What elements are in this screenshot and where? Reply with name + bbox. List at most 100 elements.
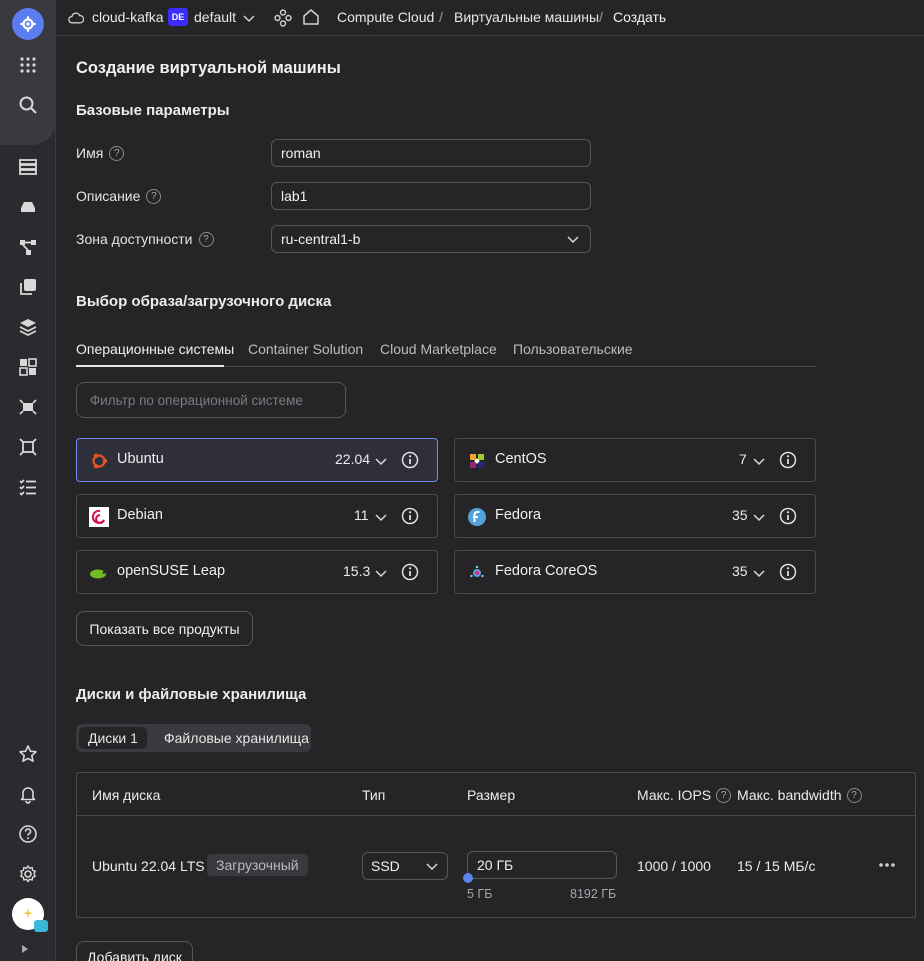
chevron-down-icon[interactable] (752, 566, 766, 580)
info-icon[interactable] (401, 507, 419, 525)
cloud-name[interactable]: cloud-kafka (92, 9, 164, 25)
instance-groups-icon[interactable] (16, 435, 40, 459)
apps-grid-icon[interactable] (16, 53, 40, 77)
servers-icon[interactable] (16, 155, 40, 179)
chevron-down-icon[interactable] (242, 11, 256, 25)
help-circle-icon[interactable]: ? (198, 231, 214, 247)
info-icon[interactable] (401, 563, 419, 581)
seg-file-storages[interactable]: Файловые хранилища (164, 727, 309, 749)
chevron-down-icon[interactable] (752, 454, 766, 468)
disk-drive-icon[interactable] (16, 195, 40, 219)
settings-gear-icon[interactable] (16, 862, 40, 886)
collapse-rail-icon[interactable] (20, 944, 32, 956)
col-iops-text: Макс. IOPS (637, 787, 712, 803)
description-label-text: Описание (76, 188, 141, 204)
col-disk-name-text: Имя диска (92, 787, 161, 803)
search-icon[interactable] (16, 93, 40, 117)
name-value: roman (281, 145, 321, 161)
home-icon[interactable] (302, 8, 320, 26)
notifications-bell-icon[interactable] (16, 782, 40, 806)
disk-size-input[interactable]: 20 ГБ (467, 851, 617, 879)
disk-bandwidth: 15 / 15 МБ/с (737, 858, 816, 874)
chevron-down-icon[interactable] (374, 510, 388, 524)
zone-value: ru-central1-b (281, 231, 361, 247)
help-circle-icon[interactable]: ? (846, 787, 862, 803)
help-circle-icon[interactable]: ? (109, 145, 125, 161)
ubuntu-logo-icon (92, 453, 108, 469)
avatar-badge-icon (34, 920, 48, 932)
copy-images-icon[interactable] (16, 275, 40, 299)
os-version[interactable]: 11 (354, 507, 369, 523)
image-section-title: Выбор образа/загрузочного диска (76, 293, 332, 310)
image-tabs: Операционные системы Container Solution … (76, 337, 816, 367)
os-card-ubuntu[interactable]: Ubuntu 22.04 (76, 438, 438, 482)
os-card-opensuse[interactable]: openSUSE Leap 15.3 (76, 550, 438, 594)
info-icon[interactable] (779, 563, 797, 581)
top-bar: cloud-kafka DE default Compute Cloud / В… (56, 0, 924, 36)
description-input[interactable]: lab1 (271, 182, 591, 210)
size-slider-handle[interactable] (463, 873, 473, 883)
info-icon[interactable] (401, 451, 419, 469)
help-circle-icon[interactable]: ? (716, 787, 732, 803)
col-size-text: Размер (467, 787, 516, 803)
breadcrumb-separator: / (599, 9, 603, 25)
os-version[interactable]: 7 (739, 451, 747, 467)
seg-disks[interactable]: Диски 1 (79, 727, 147, 749)
col-bandwidth: Макс. bandwidth? (737, 787, 862, 803)
boot-badge: Загрузочный (207, 854, 308, 876)
col-type: Тип (362, 787, 385, 803)
info-icon[interactable] (779, 507, 797, 525)
favorites-star-icon[interactable] (16, 742, 40, 766)
more-dots-icon[interactable] (877, 855, 897, 875)
page-title: Создание виртуальной машины (76, 59, 341, 77)
disk-type-select[interactable]: SSD (362, 852, 448, 880)
layers-icon[interactable] (16, 315, 40, 339)
chevron-down-icon[interactable] (374, 454, 388, 468)
add-disk-button[interactable]: Добавить диск (76, 941, 193, 961)
zone-label-text: Зона доступности (76, 231, 193, 247)
opensuse-logo-icon (90, 569, 106, 579)
tab-custom[interactable]: Пользовательские (513, 341, 633, 357)
services-icon[interactable] (274, 9, 292, 27)
help-icon[interactable] (16, 822, 40, 846)
help-circle-icon[interactable]: ? (146, 188, 162, 204)
breadcrumb-vms[interactable]: Виртуальные машины (454, 9, 599, 25)
fedora-logo-icon (468, 508, 486, 526)
tab-os[interactable]: Операционные системы (76, 341, 234, 357)
os-card-fedora[interactable]: Fedora 35 (454, 494, 816, 538)
operations-list-icon[interactable] (16, 475, 40, 499)
zone-select[interactable]: ru-central1-b (271, 225, 591, 253)
folder-name[interactable]: default (194, 9, 236, 25)
cloud-logo-icon[interactable] (12, 8, 44, 40)
os-card-centos[interactable]: CentOS 7 (454, 438, 816, 482)
disks-segmented-control: Диски 1 Файловые хранилища (76, 724, 311, 752)
os-version[interactable]: 35 (732, 563, 748, 579)
os-name: CentOS (495, 451, 547, 467)
placement-groups-icon[interactable] (16, 395, 40, 419)
info-icon[interactable] (779, 451, 797, 469)
os-version[interactable]: 35 (732, 507, 748, 523)
breadcrumb-compute-cloud[interactable]: Compute Cloud (337, 9, 434, 25)
size-max: 8192 ГБ (570, 887, 617, 901)
network-icon[interactable] (16, 235, 40, 259)
os-card-fedora-coreos[interactable]: Fedora CoreOS 35 (454, 550, 816, 594)
snapshots-icon[interactable] (16, 355, 40, 379)
disk-name: Ubuntu 22.04 LTS (92, 858, 205, 874)
zone-label: Зона доступности ? (76, 231, 214, 247)
os-version[interactable]: 15.3 (343, 563, 370, 579)
name-input[interactable]: roman (271, 139, 591, 167)
user-avatar[interactable] (12, 898, 48, 932)
os-version[interactable]: 22.04 (335, 451, 370, 467)
chevron-down-icon[interactable] (752, 510, 766, 524)
os-filter-input[interactable]: Фильтр по операционной системе (76, 382, 346, 418)
os-card-debian[interactable]: Debian 11 (76, 494, 438, 538)
cloud-icon (68, 12, 84, 24)
show-all-products-button[interactable]: Показать все продукты (76, 611, 253, 646)
tab-cloud-marketplace[interactable]: Cloud Marketplace (380, 341, 497, 357)
table-divider (77, 815, 915, 816)
fedora-coreos-logo-icon (470, 565, 484, 578)
col-bandwidth-text: Макс. bandwidth (737, 787, 842, 803)
chevron-down-icon[interactable] (374, 566, 388, 580)
basic-section-title: Базовые параметры (76, 102, 230, 119)
tab-container-solution[interactable]: Container Solution (248, 341, 363, 357)
